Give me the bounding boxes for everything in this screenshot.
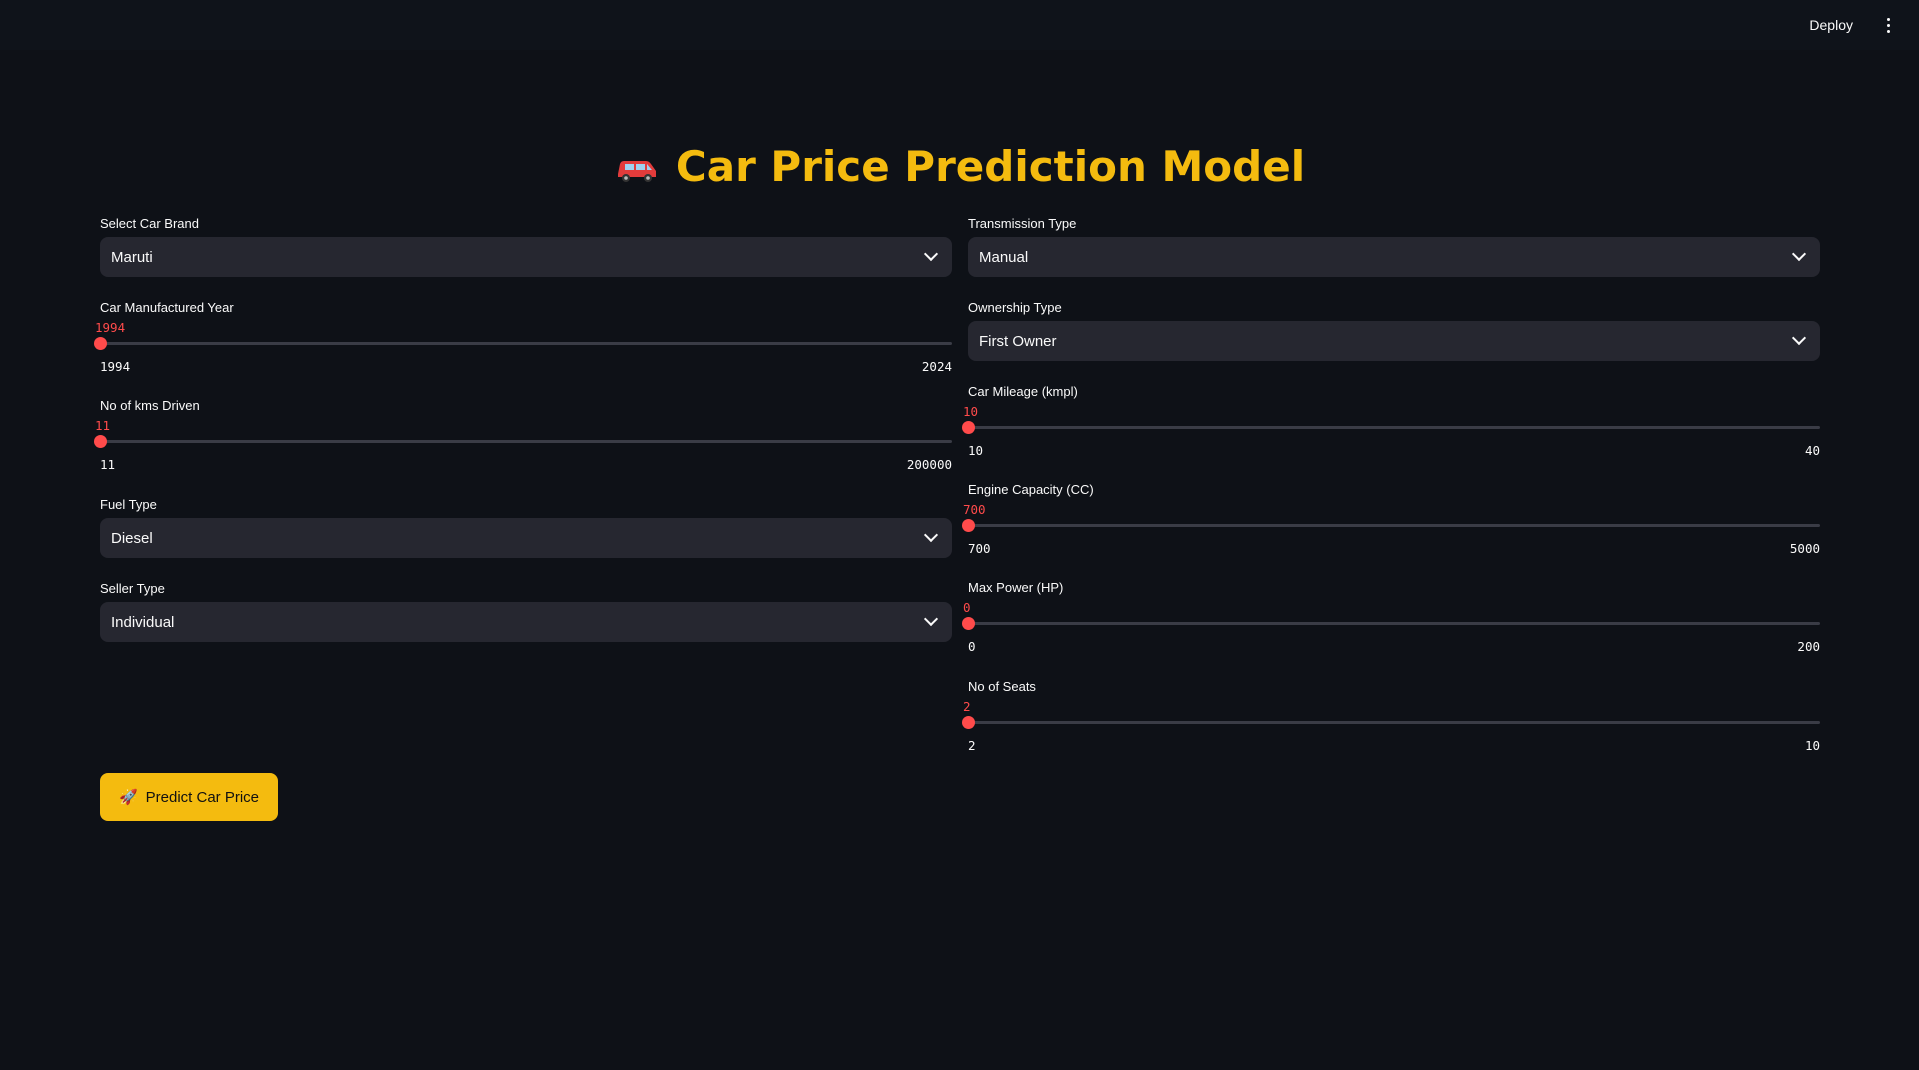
year-current-value: 1994 bbox=[95, 320, 126, 335]
year-label: Car Manufactured Year bbox=[100, 300, 234, 315]
kms-max: 200000 bbox=[906, 457, 952, 472]
seats-label: No of Seats bbox=[968, 679, 1036, 694]
seller-select[interactable]: Individual bbox=[100, 602, 952, 642]
mileage-min: 10 bbox=[968, 443, 984, 458]
mileage-max: 40 bbox=[1804, 443, 1820, 458]
power-slider-track[interactable] bbox=[968, 622, 1820, 625]
brand-select[interactable]: Maruti bbox=[100, 237, 952, 277]
chevron-down-icon bbox=[923, 611, 939, 627]
fuel-label: Fuel Type bbox=[100, 497, 157, 512]
seller-value: Individual bbox=[111, 613, 175, 631]
power-min: 0 bbox=[968, 639, 976, 654]
fuel-value: Diesel bbox=[111, 529, 153, 547]
seller-label: Seller Type bbox=[100, 581, 165, 596]
seats-max: 10 bbox=[1804, 738, 1820, 753]
engine-current-value: 700 bbox=[963, 502, 986, 517]
page-title: Car Price Prediction Model bbox=[0, 142, 1919, 191]
seats-min: 2 bbox=[968, 738, 976, 753]
chevron-down-icon bbox=[1791, 330, 1807, 346]
year-slider-track[interactable] bbox=[100, 342, 952, 345]
seats-slider-thumb[interactable] bbox=[962, 716, 975, 729]
power-slider-thumb[interactable] bbox=[962, 617, 975, 630]
year-slider-thumb[interactable] bbox=[94, 337, 107, 350]
power-current-value: 0 bbox=[963, 600, 971, 615]
predict-button-label: Predict Car Price bbox=[145, 788, 260, 806]
ownership-select[interactable]: First Owner bbox=[968, 321, 1820, 361]
chevron-down-icon bbox=[1791, 246, 1807, 262]
engine-max: 5000 bbox=[1789, 541, 1820, 556]
mileage-slider-track[interactable] bbox=[968, 426, 1820, 429]
top-bar: Deploy bbox=[0, 0, 1919, 50]
seats-current-value: 2 bbox=[963, 699, 971, 714]
fuel-select[interactable]: Diesel bbox=[100, 518, 952, 558]
brand-label: Select Car Brand bbox=[100, 216, 199, 231]
ownership-value: First Owner bbox=[979, 332, 1057, 350]
predict-car-price-button[interactable]: 🚀 Predict Car Price bbox=[100, 773, 278, 821]
engine-slider-track[interactable] bbox=[968, 524, 1820, 527]
car-icon bbox=[614, 145, 660, 182]
engine-min: 700 bbox=[968, 541, 991, 556]
seats-slider-track[interactable] bbox=[968, 721, 1820, 724]
more-vert-icon[interactable] bbox=[1883, 17, 1893, 33]
kms-slider-thumb[interactable] bbox=[94, 435, 107, 448]
year-min: 1994 bbox=[100, 359, 131, 374]
transmission-value: Manual bbox=[979, 248, 1029, 266]
year-max: 2024 bbox=[921, 359, 952, 374]
kms-min: 11 bbox=[100, 457, 116, 472]
deploy-button[interactable]: Deploy bbox=[1809, 17, 1853, 33]
kms-current-value: 11 bbox=[95, 418, 111, 433]
chevron-down-icon bbox=[923, 527, 939, 543]
power-label: Max Power (HP) bbox=[968, 580, 1064, 595]
kms-slider-track[interactable] bbox=[100, 440, 952, 443]
transmission-select[interactable]: Manual bbox=[968, 237, 1820, 277]
engine-label: Engine Capacity (CC) bbox=[968, 482, 1094, 497]
kms-label: No of kms Driven bbox=[100, 398, 200, 413]
mileage-slider-thumb[interactable] bbox=[962, 421, 975, 434]
mileage-current-value: 10 bbox=[963, 404, 979, 419]
transmission-label: Transmission Type bbox=[968, 216, 1077, 231]
power-max: 200 bbox=[1797, 639, 1820, 654]
mileage-label: Car Mileage (kmpl) bbox=[968, 384, 1078, 399]
title-text: Car Price Prediction Model bbox=[675, 142, 1306, 191]
engine-slider-thumb[interactable] bbox=[962, 519, 975, 532]
rocket-icon: 🚀 bbox=[118, 789, 138, 806]
ownership-label: Ownership Type bbox=[968, 300, 1062, 315]
brand-value: Maruti bbox=[111, 248, 153, 266]
chevron-down-icon bbox=[923, 246, 939, 262]
